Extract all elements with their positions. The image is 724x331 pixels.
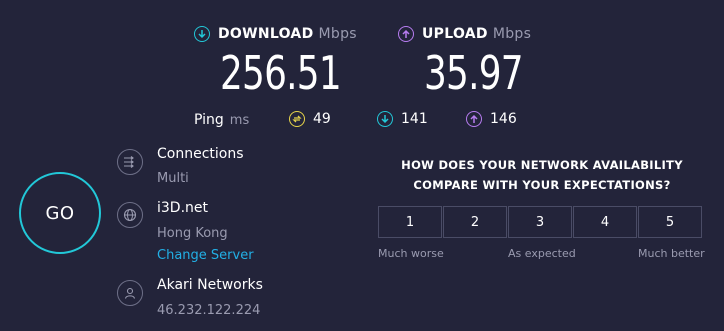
upload-header: UPLOAD Mbps [398,26,531,42]
provider-ip: 46.232.122.224 [157,303,261,318]
rating-option-2[interactable]: 2 [443,206,507,238]
upload-label: UPLOAD [422,26,488,42]
ping-row: Ping ms [194,112,249,128]
ping-idle-icon [289,111,305,127]
ping-idle-value: 49 [313,111,331,127]
download-value: 256.51 [220,46,342,100]
survey-question: HOW DOES YOUR NETWORK AVAILABILITY COMPA… [370,155,714,195]
download-unit: Mbps [318,26,357,42]
rating-scale: 1 2 3 4 5 [378,206,703,238]
survey-question-line1: HOW DOES YOUR NETWORK AVAILABILITY [401,158,683,172]
ping-upload-icon [466,111,482,127]
ping-download-icon [377,111,393,127]
connections-value: Multi [157,171,189,186]
download-header: DOWNLOAD Mbps [194,26,357,42]
ping-label: Ping [194,112,224,128]
ping-idle: 49 [289,111,331,127]
ping-upload: 146 [466,111,517,127]
server-name: i3D.net [157,200,209,216]
rating-option-3[interactable]: 3 [508,206,572,238]
download-label: DOWNLOAD [218,26,314,42]
change-server-link[interactable]: Change Server [157,248,254,263]
upload-value: 35.97 [424,46,524,100]
upload-unit: Mbps [492,26,532,42]
arrow-down-circle-icon [194,26,210,42]
globe-icon [117,202,143,228]
rating-label-low: Much worse [378,247,444,260]
connections-title: Connections [157,146,244,162]
provider-name: Akari Networks [157,277,263,293]
ping-download-value: 141 [401,111,428,127]
rating-option-4[interactable]: 4 [573,206,637,238]
connections-icon [117,149,143,175]
user-icon [117,280,143,306]
survey-question-line2: COMPARE WITH YOUR EXPECTATIONS? [413,178,671,192]
rating-option-5[interactable]: 5 [638,206,702,238]
ping-download: 141 [377,111,428,127]
go-button-label: GO [45,202,75,224]
ping-unit: ms [229,112,250,128]
ping-upload-value: 146 [490,111,517,127]
arrow-up-circle-icon [398,26,414,42]
server-location: Hong Kong [157,226,228,241]
rating-label-mid: As expected [508,247,576,260]
rating-option-1[interactable]: 1 [378,206,442,238]
rating-label-high: Much better [638,247,705,260]
go-button[interactable]: GO [19,172,101,254]
